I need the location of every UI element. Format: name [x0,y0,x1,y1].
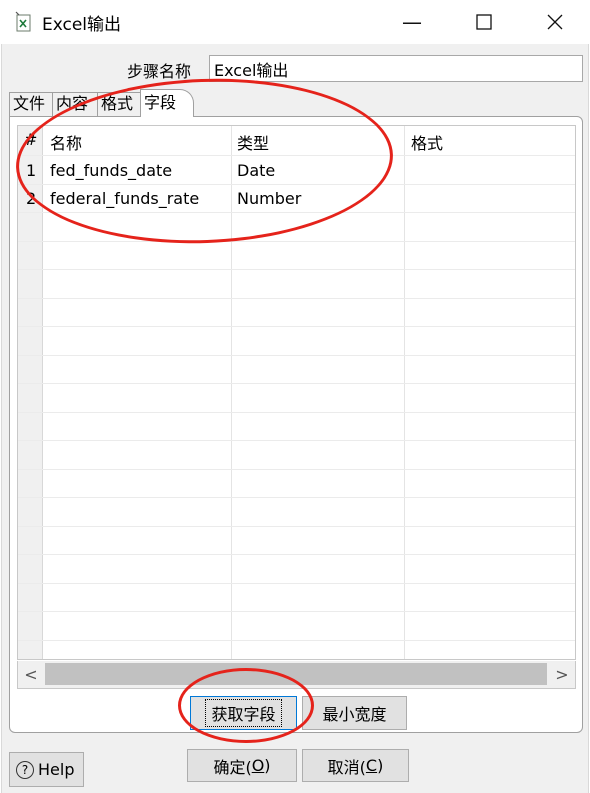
row-divider [18,526,575,527]
question-circle-icon: ? [16,760,34,779]
column-divider [404,126,405,659]
scrollbar-thumb[interactable] [45,663,547,685]
row-divider [18,412,575,413]
get-fields-label: 获取字段 [205,699,282,727]
field-name-cell[interactable]: fed_funds_date [50,161,172,180]
tab-format[interactable]: 格式 [97,92,141,116]
row-divider [18,583,575,584]
row-divider [18,640,575,641]
scroll-right-icon[interactable]: > [549,661,575,688]
row-divider [18,269,575,270]
row-divider [18,355,575,356]
ok-mnemonic: O [251,756,265,775]
minimize-button[interactable]: — [383,0,441,44]
row-divider [18,241,575,242]
step-name-label: 步骤名称 [127,62,192,81]
maximize-icon [476,14,492,30]
row-number: 1 [26,161,37,180]
field-type-cell[interactable]: Number [237,189,301,208]
title-bar: Excel输出 — [0,0,590,44]
ok-button[interactable]: 确定(O) [187,749,297,782]
cancel-mnemonic: C [365,756,378,775]
row-divider [18,184,575,185]
column-divider [231,126,232,659]
tab-content[interactable]: 内容 [52,92,98,116]
help-label: Help [38,760,75,779]
column-header-index: # [24,130,38,149]
ok-label-suffix: ) [264,756,271,775]
maximize-button[interactable] [455,0,513,44]
row-divider [18,326,575,327]
row-divider [18,440,575,441]
tab-fields[interactable]: 字段 [140,89,194,117]
cancel-button[interactable]: 取消(C) [302,749,409,782]
column-header-type[interactable]: 类型 [237,130,269,154]
horizontal-scrollbar[interactable]: < > [17,661,576,689]
step-name-input[interactable] [209,55,583,82]
close-button[interactable] [526,0,584,44]
row-divider [18,298,575,299]
cancel-label-suffix: ) [377,756,384,775]
column-header-name[interactable]: 名称 [50,130,82,154]
fields-table[interactable]: # 名称 类型 格式 1 fed_funds_date Date 2 feder… [17,125,576,660]
ok-label: 确定( [213,757,252,777]
window-title: Excel输出 [42,15,122,35]
row-divider [18,554,575,555]
excel-output-icon [15,11,31,32]
close-icon [547,14,563,30]
row-divider [18,497,575,498]
scroll-left-icon[interactable]: < [18,661,44,688]
get-fields-button[interactable]: 获取字段 [190,696,297,730]
help-button[interactable]: ? Help [9,752,84,787]
row-divider [18,469,575,470]
tab-file[interactable]: 文件 [9,92,53,116]
row-divider [18,212,575,213]
field-type-cell[interactable]: Date [237,161,275,180]
row-divider [18,155,575,156]
row-divider [18,383,575,384]
field-name-cell[interactable]: federal_funds_rate [50,189,199,208]
row-divider [18,611,575,612]
row-number: 2 [26,189,37,208]
min-width-button[interactable]: 最小宽度 [302,696,407,730]
cancel-label: 取消( [327,757,366,777]
column-header-format[interactable]: 格式 [411,130,443,154]
minimize-icon: — [402,10,422,34]
